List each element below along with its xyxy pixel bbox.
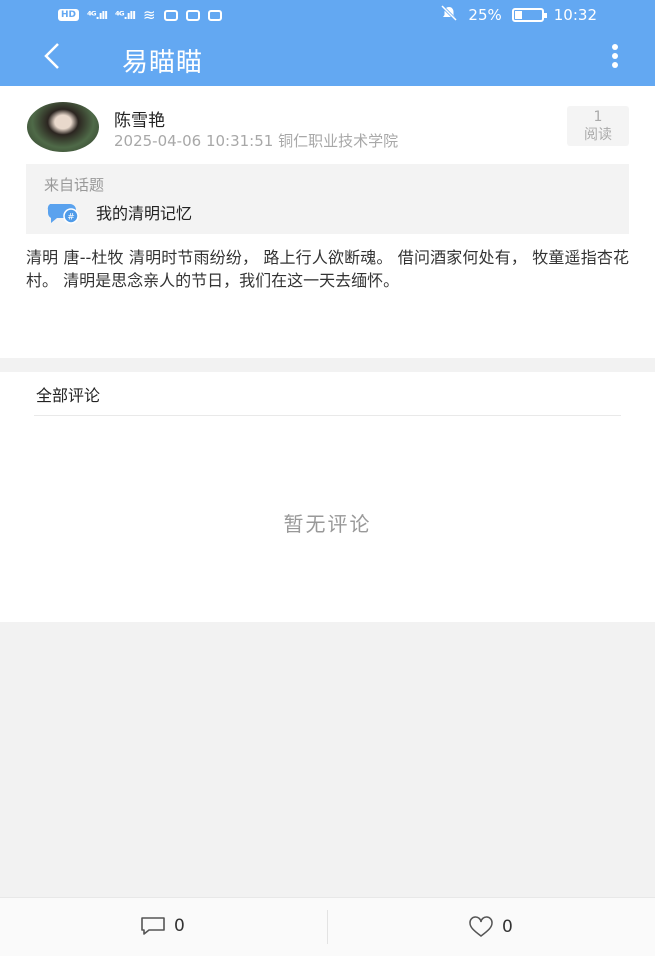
- signal-icon: ⁴ᴳ.ıll: [87, 8, 108, 22]
- bell-off-icon: [440, 4, 458, 25]
- comments-header: 全部评论: [36, 386, 101, 405]
- post-content: 清明 唐--杜牧 清明时节雨纷纷， 路上行人欲断魂。 借问酒家何处有， 牧童遥指…: [26, 248, 629, 290]
- topic-header: 来自话题: [44, 176, 105, 194]
- post-card: 陈雪艳 2025-04-06 10:31:51 铜仁职业技术学院 1 阅读 来自…: [0, 86, 655, 358]
- topic-name[interactable]: 我的清明记忆: [96, 200, 192, 224]
- chevron-left-icon: [44, 43, 59, 69]
- topic-card[interactable]: 来自话题 # 我的清明记忆: [26, 164, 629, 234]
- app-notification-icon: [163, 9, 178, 21]
- divider: [327, 910, 328, 944]
- read-count-badge: 1 阅读: [567, 106, 629, 146]
- back-button[interactable]: [38, 38, 64, 81]
- divider: [34, 415, 621, 416]
- avatar[interactable]: [27, 102, 99, 152]
- more-vertical-icon: [612, 44, 618, 50]
- signal-icon-2: ⁴ᴳ.ıll: [115, 8, 136, 22]
- wifi-icon: ≋: [143, 6, 156, 24]
- read-count: 1: [593, 109, 603, 125]
- comment-count: 0: [174, 916, 185, 936]
- status-right-group: 25% 10:32: [440, 4, 597, 25]
- more-options-button[interactable]: [611, 44, 619, 72]
- status-bar: HD ⁴ᴳ.ıll ⁴ᴳ.ıll ≋ 25% 10:32: [0, 0, 655, 30]
- post-meta: 2025-04-06 10:31:51 铜仁职业技术学院: [114, 132, 399, 150]
- hd-badge: HD: [58, 9, 80, 21]
- empty-comments-text: 暂无评论: [283, 512, 372, 536]
- status-left-group: HD ⁴ᴳ.ıll ⁴ᴳ.ıll ≋: [58, 6, 222, 24]
- read-label: 阅读: [584, 127, 612, 143]
- comment-button[interactable]: 0: [140, 916, 185, 936]
- author-name[interactable]: 陈雪艳: [114, 106, 165, 131]
- battery-icon: [511, 8, 547, 22]
- svg-text:#: #: [67, 213, 75, 223]
- like-count: 0: [502, 917, 513, 937]
- like-button[interactable]: 0: [468, 916, 513, 938]
- heart-icon: [469, 916, 493, 937]
- app-notification-icon-2: [185, 9, 200, 21]
- page-title: 易瞄瞄: [122, 48, 204, 78]
- app-notification-icon-3: [207, 9, 222, 21]
- app-bar: 易瞄瞄: [0, 30, 655, 86]
- clock: 10:32: [553, 6, 597, 24]
- topic-chat-icon: #: [46, 200, 82, 224]
- bottom-action-bar: 0 0: [0, 897, 655, 956]
- battery-percent: 25%: [468, 6, 502, 24]
- comment-icon: [141, 917, 165, 935]
- comments-section: 全部评论 暂无评论: [0, 372, 655, 622]
